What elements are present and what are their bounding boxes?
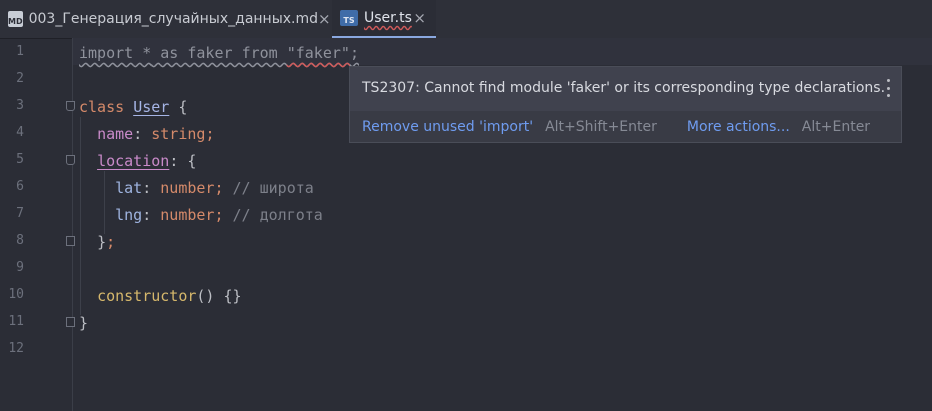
keyword: as	[160, 44, 179, 62]
code-line-11: }	[79, 310, 88, 337]
tab-label: User.ts	[364, 10, 412, 26]
punctuation: }	[79, 314, 89, 332]
property-name: name	[97, 125, 134, 143]
markdown-file-icon: MD	[8, 11, 23, 27]
punctuation: :	[142, 179, 152, 197]
punctuation: ()	[196, 287, 215, 305]
punctuation: ;	[106, 233, 116, 251]
close-icon[interactable]: ×	[413, 9, 426, 27]
punctuation: ;	[214, 206, 224, 224]
keyword: class	[79, 98, 125, 116]
operator: *	[142, 44, 152, 62]
identifier: faker	[187, 44, 233, 62]
comment: // долгота	[232, 206, 323, 224]
dot	[886, 94, 890, 97]
punctuation: ;	[214, 179, 224, 197]
class-name: User	[133, 98, 170, 116]
typescript-file-icon: TS	[340, 10, 358, 26]
import-statement: import * as faker from "faker";	[79, 44, 359, 62]
dot	[886, 86, 890, 90]
type-name: string	[151, 125, 206, 143]
tab-markdown-file[interactable]: MD 003_Генерация_случайных_данных.md ×	[0, 0, 331, 38]
error-message-area: TS2307: Cannot find module 'faker' or it…	[350, 67, 901, 111]
editor-tab-bar: MD 003_Генерация_случайных_данных.md × T…	[0, 0, 932, 39]
punctuation: ;	[205, 125, 215, 143]
code-line-10: constructor() {}	[79, 283, 242, 310]
dot	[886, 79, 890, 82]
module-string: "faker"	[286, 44, 350, 62]
error-message: TS2307: Cannot find module 'faker' or it…	[362, 80, 886, 96]
type-name: number	[160, 179, 215, 197]
punctuation: {	[187, 152, 197, 170]
keyword: from	[241, 44, 278, 62]
property-name: lat	[115, 179, 143, 197]
punctuation: }	[97, 233, 107, 251]
code-line-1: import * as faker from "faker";	[79, 40, 359, 67]
more-actions-link[interactable]: More actions...	[687, 119, 790, 135]
code-line-6: lat: number; // широта	[79, 175, 314, 202]
code-line-8: };	[79, 229, 115, 256]
tab-user-ts[interactable]: TS User.ts ×	[332, 0, 436, 38]
code-line-4: name: string;	[79, 121, 214, 148]
punctuation: {	[178, 98, 188, 116]
constructor-keyword: constructor	[97, 287, 197, 305]
more-options-icon[interactable]	[885, 79, 891, 97]
remove-unused-import-action[interactable]: Remove unused 'import'	[362, 119, 533, 135]
comment: // широта	[232, 179, 314, 197]
tab-label: 003_Генерация_случайных_данных.md	[28, 11, 319, 27]
punctuation: {}	[223, 287, 242, 305]
type-name: number	[160, 206, 215, 224]
shortcut-hint: Alt+Shift+Enter	[545, 118, 657, 135]
code-line-7: lng: number; // долгота	[79, 202, 323, 229]
close-icon[interactable]: ×	[318, 10, 331, 28]
punctuation: ;	[349, 44, 359, 62]
shortcut-hint: Alt+Enter	[801, 118, 871, 135]
punctuation: :	[142, 206, 152, 224]
error-tooltip-popup: TS2307: Cannot find module 'faker' or it…	[349, 66, 902, 143]
code-line-3: class User {	[79, 94, 187, 121]
property-name: location	[97, 152, 170, 170]
quick-actions-bar: Remove unused 'import' Alt+Shift+Enter M…	[350, 111, 901, 142]
keyword: import	[79, 44, 134, 62]
property-name: lng	[115, 206, 143, 224]
punctuation: :	[169, 152, 179, 170]
punctuation: :	[133, 125, 143, 143]
code-line-5: location: {	[79, 148, 196, 175]
